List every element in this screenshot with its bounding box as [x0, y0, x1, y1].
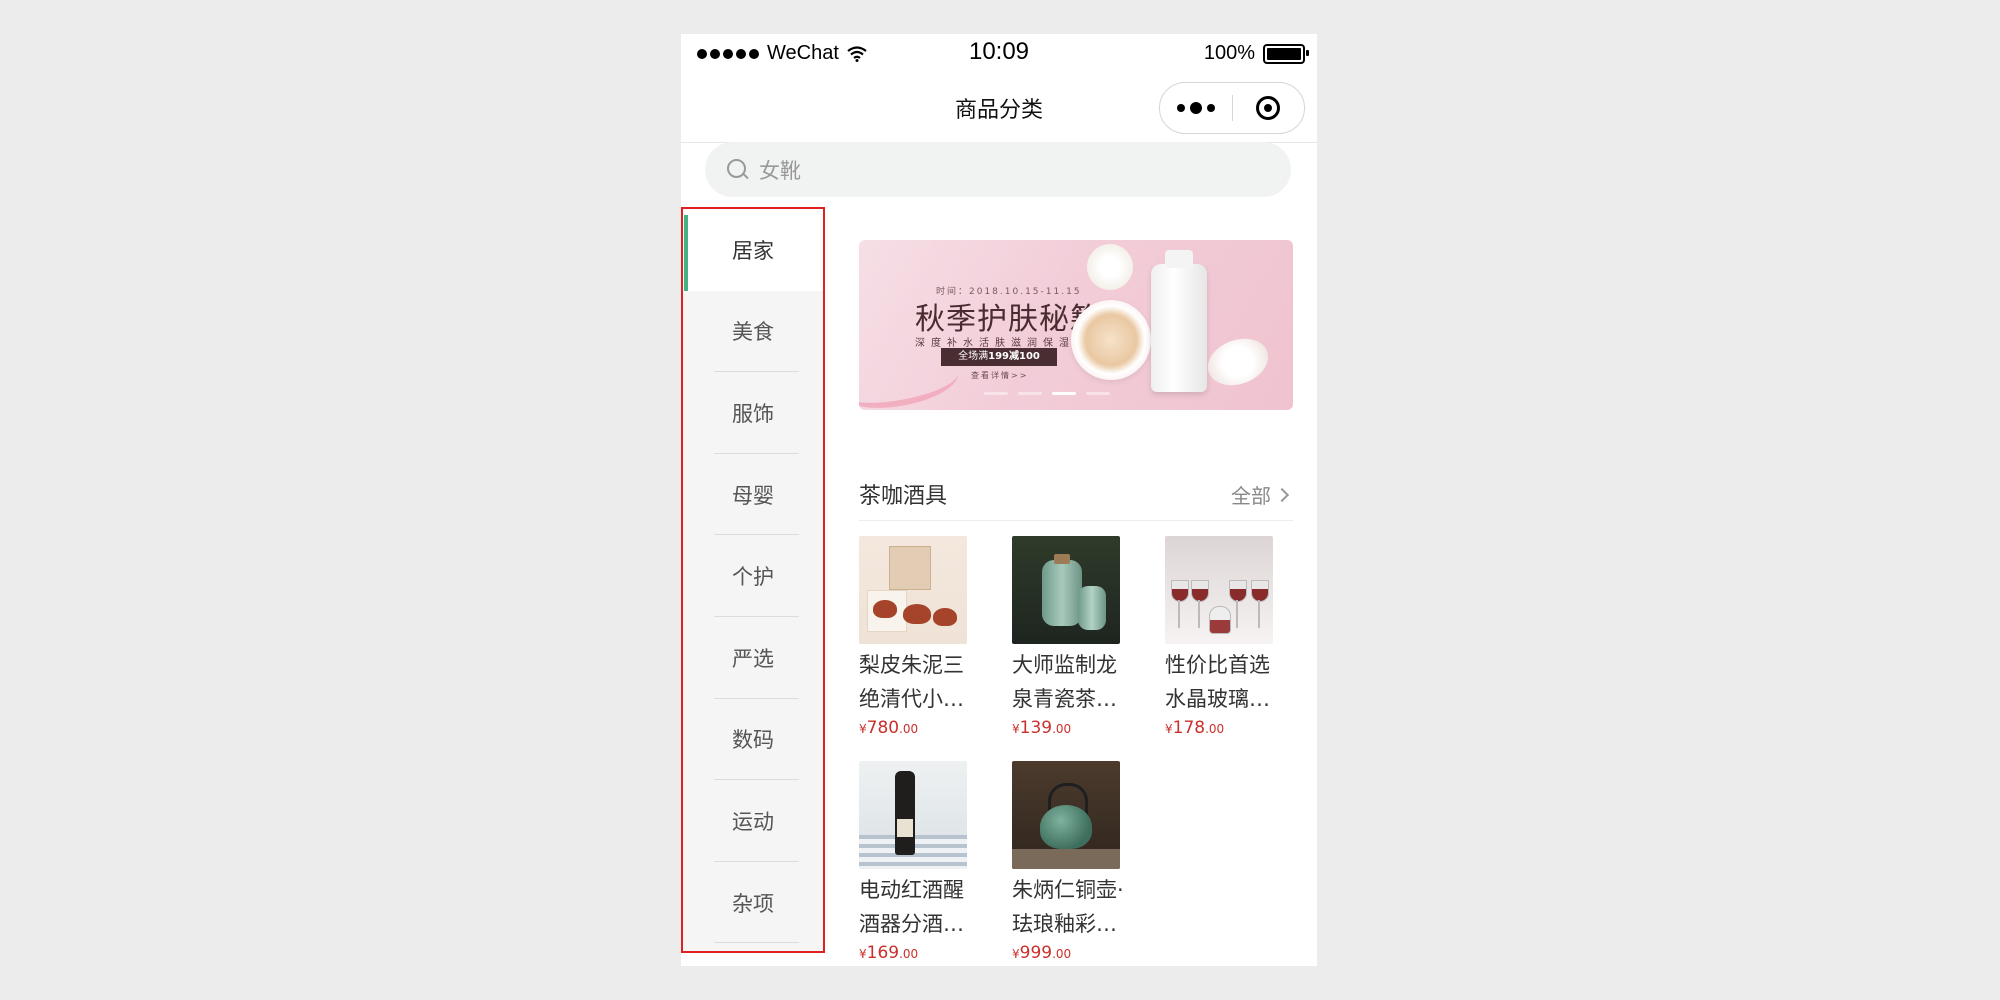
miniprogram-capsule [1159, 82, 1305, 134]
price-currency: ¥ [1012, 947, 1020, 961]
search-placeholder: 女靴 [759, 158, 801, 183]
sidebar-item-label: 运动 [732, 809, 774, 834]
product-name: 梨皮朱泥三绝清代小… [859, 653, 964, 711]
sidebar-item-label: 个护 [732, 565, 774, 590]
carousel-dots [984, 392, 1110, 395]
product-name: 朱炳仁铜壶·珐琅釉彩… [1012, 878, 1124, 936]
price-currency: ¥ [859, 947, 867, 961]
sidebar-item-apparel[interactable]: 服饰 [683, 372, 823, 454]
banner-promo-prefix: 全场满 [958, 351, 989, 362]
section-title: 茶咖酒具 [859, 484, 948, 509]
price-decimal: .00 [1205, 722, 1225, 736]
sidebar-item-digital[interactable]: 数码 [683, 699, 823, 781]
carousel-dot[interactable] [984, 392, 1008, 395]
product-name: 电动红酒醒酒器分酒… [859, 878, 964, 936]
sidebar-item-sports[interactable]: 运动 [683, 780, 823, 862]
sidebar-item-personal-care[interactable]: 个护 [683, 535, 823, 617]
price-integer: 780 [866, 718, 900, 738]
status-bar: WeChat 10:09 100% [681, 34, 1317, 74]
sidebar-item-selected[interactable]: 严选 [683, 617, 823, 699]
price-decimal: .00 [899, 722, 919, 736]
battery-percent: 100% [1203, 42, 1255, 64]
view-all-link[interactable]: 全部 [1231, 480, 1290, 509]
sidebar-item-label: 服饰 [732, 401, 774, 426]
carousel-dot-active[interactable] [1052, 392, 1076, 395]
sidebar-item-misc[interactable]: 杂项 [683, 862, 823, 944]
section-header: 茶咖酒具 全部 [859, 474, 1293, 521]
sidebar-item-label: 母婴 [732, 483, 774, 508]
sidebar-item-food[interactable]: 美食 [683, 291, 823, 373]
promo-banner[interactable]: 时间：2018.10.15-11.15 秋季护肤秘籍 深度补水活肤滋润保湿 全场… [859, 240, 1293, 410]
price-decimal: .00 [899, 947, 919, 961]
product-card[interactable]: 朱炳仁铜壶·珐琅釉彩… ¥999.00 [1012, 761, 1132, 963]
carousel-dot[interactable] [1018, 392, 1042, 395]
sidebar-item-label: 杂项 [732, 891, 774, 916]
price-currency: ¥ [1165, 722, 1173, 736]
price-integer: 178 [1172, 718, 1206, 738]
price-decimal: .00 [1052, 947, 1072, 961]
sidebar-item-baby[interactable]: 母婴 [683, 454, 823, 536]
price-integer: 999 [1019, 943, 1053, 963]
product-price: ¥999.00 [1012, 943, 1132, 963]
price-currency: ¥ [1012, 722, 1020, 736]
product-price: ¥169.00 [859, 943, 979, 963]
price-currency: ¥ [859, 722, 867, 736]
close-miniprogram-button[interactable] [1233, 83, 1305, 133]
price-decimal: .00 [1052, 722, 1072, 736]
product-image [1012, 536, 1120, 644]
chevron-right-icon [1274, 487, 1290, 502]
banner-promo-value: 199减100 [988, 351, 1040, 362]
banner-promo: 全场满199减100 [941, 348, 1057, 366]
product-image [859, 761, 967, 869]
sidebar-item-label: 严选 [732, 646, 774, 671]
product-card[interactable]: 梨皮朱泥三绝清代小… ¥780.00 [859, 536, 979, 738]
banner-more: 查看详情>> [971, 371, 1029, 380]
price-integer: 169 [866, 943, 900, 963]
sidebar-item-label: 数码 [732, 728, 774, 753]
phone-screen: WeChat 10:09 100% 商品分类 女靴 居家 美食 服饰 母婴 个护… [681, 34, 1317, 966]
product-image [859, 536, 967, 644]
product-card[interactable]: 大师监制龙泉青瓷茶… ¥139.00 [1012, 536, 1132, 738]
category-sidebar: 居家 美食 服饰 母婴 个护 严选 数码 运动 杂项 [681, 207, 825, 953]
sidebar-item-label: 居家 [732, 238, 774, 263]
view-all-label: 全部 [1231, 484, 1271, 508]
product-card[interactable]: 电动红酒醒酒器分酒… ¥169.00 [859, 761, 979, 963]
banner-flower [1087, 244, 1133, 290]
carousel-dot[interactable] [1086, 392, 1110, 395]
sidebar-item-label: 美食 [732, 320, 774, 345]
product-price: ¥139.00 [1012, 718, 1132, 738]
search-icon [727, 158, 749, 181]
banner-cup [1071, 300, 1151, 380]
product-card[interactable]: 性价比首选水晶玻璃… ¥178.00 [1165, 536, 1285, 738]
active-indicator [684, 215, 688, 291]
product-price: ¥178.00 [1165, 718, 1285, 738]
product-image [1012, 761, 1120, 869]
more-button[interactable] [1160, 83, 1232, 133]
search-input[interactable]: 女靴 [705, 142, 1291, 197]
banner-bottle [1151, 250, 1207, 392]
target-icon [1256, 96, 1281, 120]
product-price: ¥780.00 [859, 718, 979, 738]
product-image [1165, 536, 1273, 644]
banner-subtitle: 深度补水活肤滋润保湿 [915, 338, 1075, 349]
banner-brush [1201, 330, 1275, 394]
price-integer: 139 [1019, 718, 1053, 738]
sidebar-item-home[interactable]: 居家 [683, 209, 823, 291]
product-name: 大师监制龙泉青瓷茶… [1012, 653, 1117, 711]
product-name: 性价比首选水晶玻璃… [1165, 653, 1270, 711]
battery-icon [1263, 43, 1309, 64]
nav-bar: 商品分类 [681, 74, 1317, 143]
status-right: 100% [1203, 42, 1309, 65]
